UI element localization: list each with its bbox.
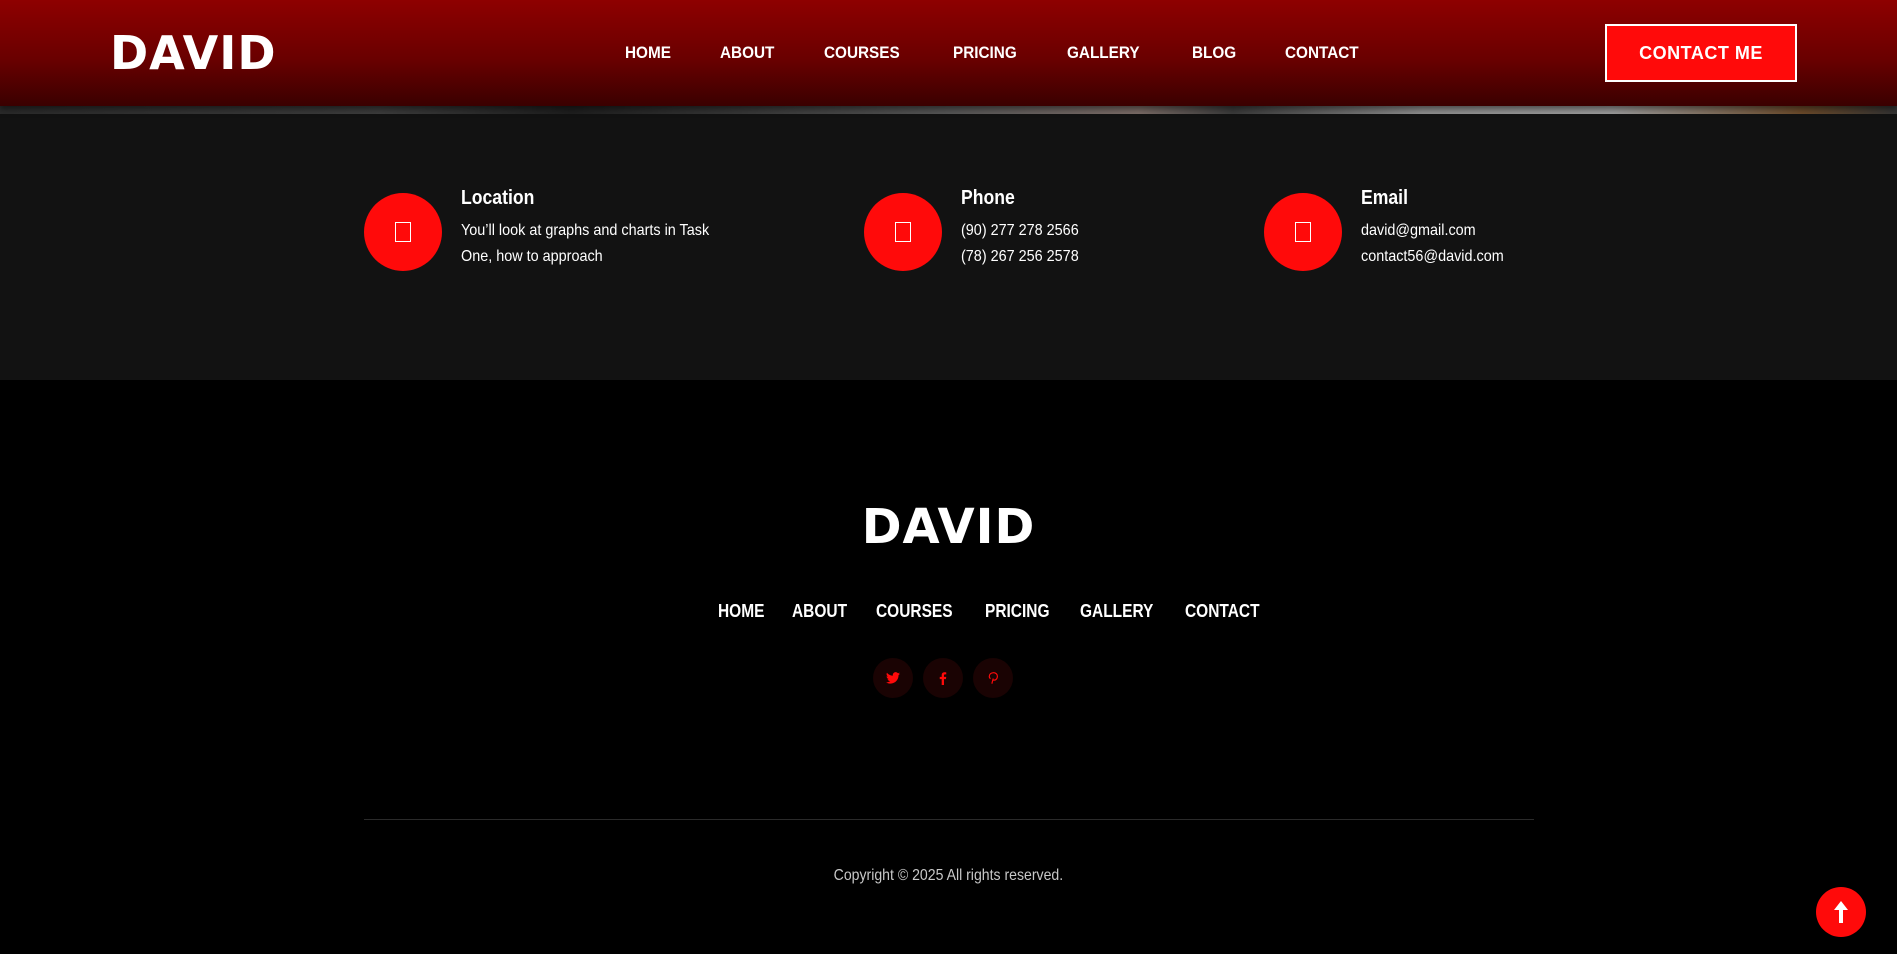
footer-nav-about[interactable]: ABOUT xyxy=(792,598,847,624)
nav-home[interactable]: HOME xyxy=(625,40,671,66)
contact-info-section: Location You’ll look at graphs and chart… xyxy=(0,114,1897,380)
phone-title: Phone xyxy=(961,187,1015,209)
footer-logo[interactable]: DAVID xyxy=(0,497,1897,557)
site-header: DAVID HOME ABOUT COURSES PRICING GALLERY… xyxy=(0,0,1897,106)
footer-nav: HOME ABOUT COURSES PRICING GALLERY CONTA… xyxy=(718,598,1292,624)
footer-nav-contact[interactable]: CONTACT xyxy=(1185,598,1260,624)
social-links xyxy=(873,658,1023,698)
contact-me-button[interactable]: CONTACT ME xyxy=(1605,24,1797,82)
location-title: Location xyxy=(461,187,535,209)
footer-nav-courses[interactable]: COURSES xyxy=(876,598,953,624)
location-line-2: One, how to approach xyxy=(461,248,603,265)
pinterest-icon[interactable] xyxy=(973,658,1013,698)
email-title: Email xyxy=(1361,187,1408,209)
email-address-1[interactable]: david@gmail.com xyxy=(1361,221,1476,241)
email-address-2[interactable]: contact56@david.com xyxy=(1361,247,1504,267)
nav-courses[interactable]: COURSES xyxy=(824,40,900,66)
phone-number-1[interactable]: (90) 277 278 2566 xyxy=(961,221,1079,241)
footer-nav-pricing[interactable]: PRICING xyxy=(985,598,1050,624)
main-nav: HOME ABOUT COURSES PRICING GALLERY BLOG … xyxy=(625,40,1411,66)
footer-nav-gallery[interactable]: GALLERY xyxy=(1080,598,1153,624)
envelope-icon xyxy=(1264,193,1342,271)
footer-nav-home[interactable]: HOME xyxy=(718,598,764,624)
phone-number-2[interactable]: (78) 267 256 2578 xyxy=(961,247,1079,267)
footer-divider xyxy=(364,819,1534,820)
map-marker-icon xyxy=(364,193,442,271)
location-line-1: You’ll look at graphs and charts in Task xyxy=(461,222,710,239)
nav-gallery[interactable]: GALLERY xyxy=(1067,40,1140,66)
site-logo[interactable]: DAVID xyxy=(110,24,277,82)
nav-about[interactable]: ABOUT xyxy=(720,40,774,66)
facebook-icon[interactable] xyxy=(923,658,963,698)
arrow-up-icon xyxy=(1834,901,1848,923)
copyright-label: Copyright © 2025 All rights reserved. xyxy=(833,867,1064,884)
phone-icon xyxy=(864,193,942,271)
nav-pricing[interactable]: PRICING xyxy=(953,40,1017,66)
twitter-icon[interactable] xyxy=(873,658,913,698)
copyright-text: Copyright © 2025 All rights reserved. xyxy=(0,865,1897,887)
nav-blog[interactable]: BLOG xyxy=(1192,40,1236,66)
nav-contact[interactable]: CONTACT xyxy=(1285,40,1359,66)
back-to-top-button[interactable] xyxy=(1816,887,1866,937)
